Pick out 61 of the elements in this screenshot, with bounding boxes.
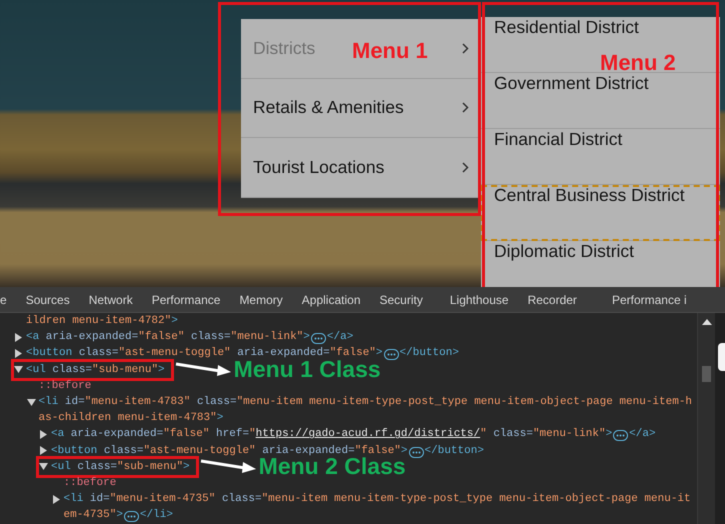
code-text: </a> — [629, 428, 656, 440]
ellipsis-icon — [126, 515, 136, 518]
menu-item[interactable]: Government District — [481, 73, 720, 129]
code-text: em-4735"> — [64, 509, 123, 522]
expand-toggle-icon[interactable] — [14, 332, 23, 342]
ellipsis-icon — [314, 337, 323, 340]
code-text: ildren menu-item-4782"> — [26, 315, 178, 327]
code-text: </a> — [326, 331, 354, 344]
devtools-tab[interactable]: Sources — [26, 292, 70, 306]
devtools-tab[interactable]: Network — [88, 292, 133, 306]
code-text: <button class="ast-menu-toggle" aria-expanded="false"> — [51, 444, 408, 457]
expand-button[interactable] — [408, 446, 424, 458]
menu-item-label: Tourist Locations — [253, 156, 384, 178]
expand-toggle-icon[interactable] — [14, 365, 23, 374]
code-text: ::before — [38, 380, 92, 392]
chevron-right-icon — [462, 162, 469, 173]
menu-item[interactable]: Financial District — [481, 129, 720, 185]
code-text: <ul class="sub-menu"> — [51, 460, 190, 473]
expand-toggle-icon[interactable] — [39, 446, 48, 456]
scrollbar[interactable] — [697, 313, 715, 524]
code-text: <a aria-expanded="false" href="https://gado-acud.rf.gd/districts/" class="menu-link"> — [51, 428, 612, 440]
scrollbar-thumb[interactable] — [702, 366, 711, 382]
expand-button[interactable] — [384, 349, 399, 360]
ellipsis-icon — [412, 450, 421, 454]
expand-toggle-icon[interactable] — [39, 462, 48, 472]
code-text: ::before — [64, 477, 116, 490]
code-link[interactable]: https://gado-acud.rf.gd/districts/ — [256, 428, 480, 440]
expand-toggle-icon[interactable] — [26, 398, 36, 407]
devtools-tab[interactable]: e — [0, 292, 7, 306]
devtools-tab[interactable]: Lighthouse — [450, 292, 509, 306]
ellipsis-icon — [386, 353, 396, 356]
code-text: <li id="menu-item-4735" class="menu-item menu-item-type-post_type menu-item-object-page menu-it — [64, 493, 691, 506]
devtools-tab[interactable]: Application — [302, 292, 360, 306]
chevron-right-icon — [462, 42, 469, 54]
code-text: </button> — [424, 444, 484, 457]
annotation-arrow — [198, 458, 257, 474]
annotation-label: Menu 2 — [600, 54, 676, 72]
devtools-tab[interactable]: Performance i — [612, 292, 687, 306]
code-text: </li> — [140, 509, 173, 522]
expand-button[interactable] — [613, 430, 628, 442]
devtools-tab[interactable]: Recorder — [528, 292, 577, 306]
expand-toggle-icon[interactable] — [39, 430, 48, 439]
expand-button[interactable] — [124, 511, 139, 522]
annotation-label: Menu 1 — [352, 38, 428, 64]
expand-toggle-icon[interactable] — [52, 494, 60, 504]
code-text: <li id="menu-item-4783" class="menu-item menu-item-type-post_type menu-item-object-page menu-item-has-children menu-item-4783"> — [38, 396, 692, 424]
scroll-up-icon[interactable] — [702, 319, 712, 325]
menu-item[interactable]: Central Business District — [481, 185, 720, 241]
code-text: <ul class="sub-menu"> — [26, 364, 165, 376]
menu-item-label: Districts — [253, 38, 316, 59]
devtools-tab[interactable]: Performance — [152, 292, 220, 306]
devtools-tab[interactable]: Memory — [239, 292, 283, 306]
devtools-tab[interactable]: Security — [380, 292, 423, 306]
ellipsis-icon — [616, 434, 626, 438]
code-text: <a aria-expanded="false" class="menu-link"> — [26, 331, 310, 344]
code-text: </button> — [400, 347, 459, 360]
expand-button[interactable] — [310, 333, 326, 344]
chevron-right-icon — [462, 102, 469, 114]
menu-item-label: Retails & Amenities — [253, 97, 404, 118]
annotation-arrow — [174, 360, 232, 377]
expand-toggle-icon[interactable] — [14, 348, 23, 358]
